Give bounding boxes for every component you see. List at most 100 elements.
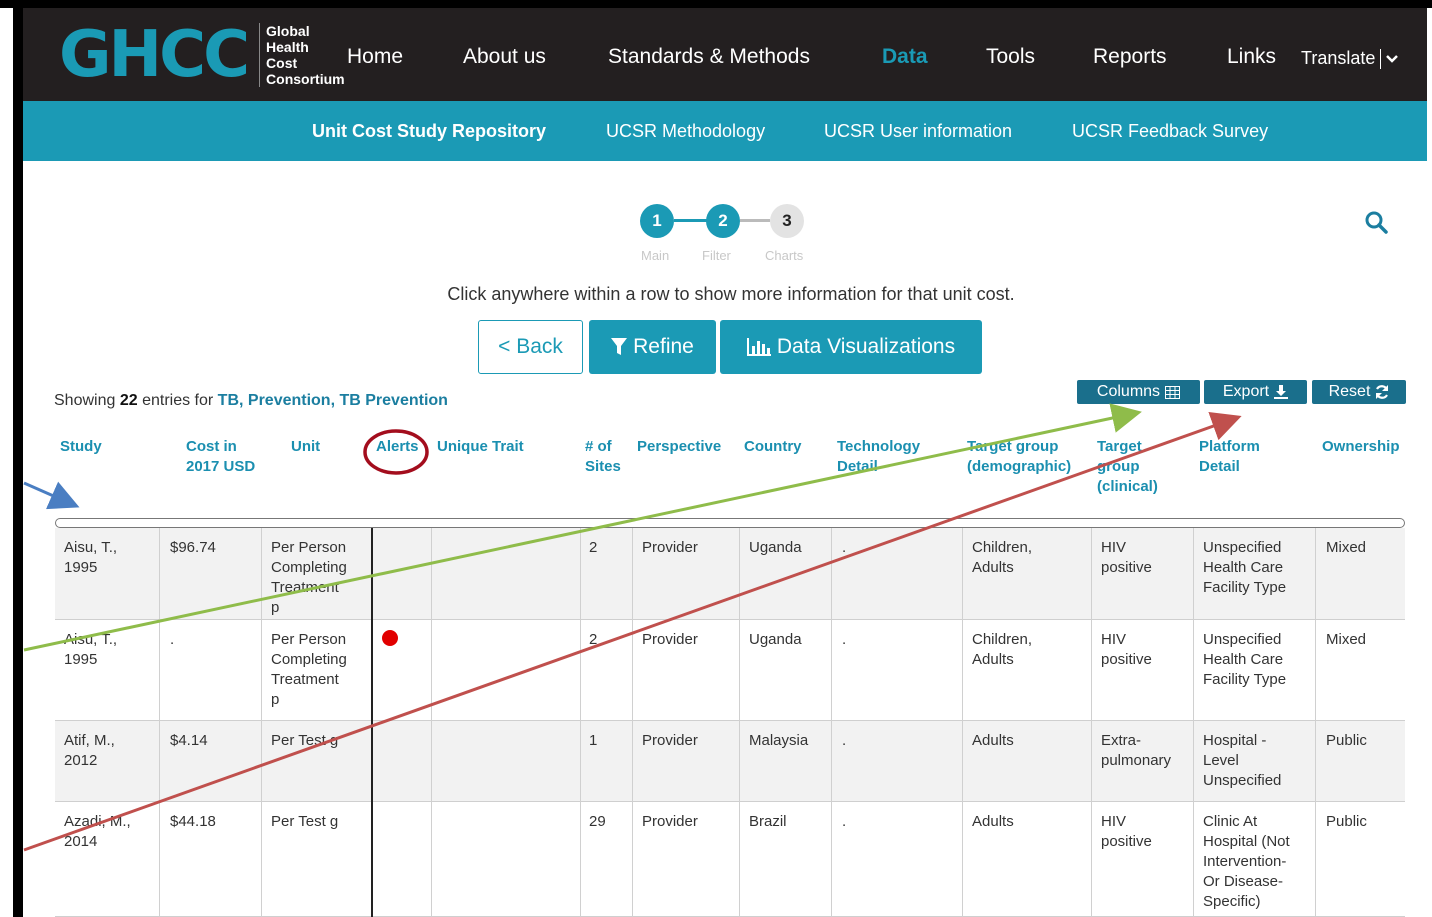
showing-entries-text: Showing 22 entries for TB, Prevention, T… [54, 392, 448, 410]
horizontal-scrollbar[interactable] [55, 518, 1405, 528]
cell-unit: Per Person Completing Treatment p [271, 630, 347, 710]
cell-target-group-demographic: Adults [972, 731, 1014, 751]
nav-reports[interactable]: Reports [1093, 45, 1167, 69]
alert-indicator-icon[interactable] [382, 630, 398, 646]
translate-dropdown[interactable]: Translate [1301, 48, 1399, 70]
showing-middle: entries for [142, 392, 214, 409]
column-divider-frozen [371, 528, 373, 917]
back-button[interactable]: < Back [478, 320, 583, 374]
nav-links[interactable]: Links [1227, 45, 1276, 69]
nav-standards-methods[interactable]: Standards & Methods [608, 45, 810, 69]
column-divider [1091, 528, 1092, 917]
cell-line: HIV [1101, 631, 1127, 648]
cell-sites: 29 [589, 813, 606, 830]
column-header-target-group-clinical[interactable]: Target group (clinical) [1097, 437, 1158, 497]
cell-line: Per Person [271, 631, 347, 648]
cell-perspective: Provider [642, 539, 698, 556]
cell-unit: Per Person Completing Treatment p [271, 538, 347, 618]
header-line: (clinical) [1097, 478, 1158, 495]
cell-country: Brazil [749, 813, 787, 830]
cell-line: positive [1101, 833, 1152, 850]
search-icon[interactable] [1364, 210, 1388, 234]
cell-line: 2012 [64, 752, 98, 769]
cell-line: Adults [972, 813, 1014, 830]
column-divider [159, 528, 160, 917]
column-header-target-group-demographic[interactable]: Target group (demographic) [967, 437, 1071, 477]
stepper-connector [674, 219, 708, 222]
column-header-unique-trait[interactable]: Unique Trait [437, 437, 524, 457]
reset-button[interactable]: Reset [1312, 380, 1406, 404]
nav-about-us[interactable]: About us [463, 45, 546, 69]
cell-line: Atif, M., [64, 732, 115, 749]
cell-line: Per Person [271, 539, 347, 556]
step-1-main[interactable]: 1 [640, 204, 674, 238]
cell-sites: 1 [589, 732, 598, 749]
cell-line: Aisu, T., [64, 631, 118, 648]
cell-line: 1995 [64, 559, 98, 576]
header-line: Detail [1199, 458, 1240, 475]
column-divider [1193, 528, 1194, 917]
export-button[interactable]: Export [1204, 380, 1307, 404]
column-header-ownership[interactable]: Ownership [1322, 437, 1400, 457]
cell-country: Uganda [749, 539, 802, 556]
column-header-unit[interactable]: Unit [291, 437, 320, 457]
stepper-connector [740, 219, 770, 222]
cell-line: Unspecified [1203, 772, 1282, 789]
step-2-filter[interactable]: 2 [706, 204, 740, 238]
cell-cost: $96.74 [170, 539, 216, 556]
column-header-study[interactable]: Study [60, 437, 102, 457]
cell-perspective: Provider [642, 813, 698, 830]
column-divider [431, 528, 432, 917]
column-header-platform-detail[interactable]: Platform Detail [1199, 437, 1260, 477]
logo-mark: GHCC [59, 18, 250, 92]
nav-data[interactable]: Data [882, 45, 928, 69]
subnav-ucsr-feedback-survey[interactable]: UCSR Feedback Survey [1072, 121, 1268, 142]
column-header-perspective[interactable]: Perspective [637, 437, 721, 457]
data-visualizations-button[interactable]: Data Visualizations [720, 320, 982, 374]
columns-button-label: Columns [1096, 383, 1161, 400]
table-grid-icon [1165, 385, 1181, 399]
column-header-technology-detail[interactable]: Technology Detail [837, 437, 920, 477]
column-header-sites[interactable]: # of Sites [585, 437, 621, 477]
cell-line: Hospital - [1203, 732, 1267, 749]
cell-platform-detail: Unspecified Health Care Facility Type [1203, 630, 1286, 690]
logo-line: Consortium [266, 71, 345, 87]
subnav-ucsr-user-information[interactable]: UCSR User information [824, 121, 1012, 142]
cell-line: Extra- [1101, 732, 1142, 749]
cell-country: Uganda [749, 631, 802, 648]
showing-prefix: Showing [54, 392, 116, 409]
cell-technology-detail: . [842, 732, 847, 749]
cell-study: Aisu, T., 1995 [64, 538, 117, 578]
step-label-charts: Charts [765, 248, 804, 263]
nav-home[interactable]: Home [347, 45, 403, 69]
column-divider [1315, 528, 1316, 917]
column-header-cost[interactable]: Cost in 2017 USD [186, 437, 255, 477]
column-divider [261, 528, 262, 917]
ghcc-logo[interactable]: GHCC Global Health Cost Consortium [59, 22, 345, 88]
table-row[interactable]: Aisu, T., 1995 $96.74 Per Person Completing T… [55, 528, 1405, 620]
step-3-charts[interactable]: 3 [770, 204, 804, 238]
cell-line: p [271, 691, 280, 708]
header-line: Technology [837, 438, 921, 455]
cell-target-group-clinical: Extra-pulmonary [1101, 731, 1171, 771]
nav-tools[interactable]: Tools [986, 45, 1035, 69]
column-header-country[interactable]: Country [744, 437, 802, 457]
header-line: Target group [967, 438, 1059, 455]
subnav-ucsr-methodology[interactable]: UCSR Methodology [606, 121, 765, 142]
filter-icon [611, 338, 628, 355]
cell-technology-detail: . [842, 813, 847, 830]
cell-line: Health Care [1203, 559, 1284, 576]
screenshot-frame-top [0, 0, 1432, 8]
bar-chart-icon [746, 338, 771, 356]
cell-line: Per Test g [271, 732, 339, 749]
refine-button[interactable]: Refine [589, 320, 716, 374]
column-header-alerts[interactable]: Alerts [376, 437, 419, 457]
header-line: 2017 USD [186, 458, 256, 475]
table-row[interactable]: Azadi, M., 2014 $44.18 Per Test g 29 Provider… [55, 802, 1405, 917]
header-line: (demographic) [967, 458, 1072, 475]
subnav-unit-cost-study-repository[interactable]: Unit Cost Study Repository [312, 121, 546, 142]
table-row[interactable]: Atif, M., 2012 $4.14 Per Test g 1 Provider Mal… [55, 721, 1405, 802]
columns-button[interactable]: Columns [1077, 380, 1200, 404]
cell-line: Children, [972, 631, 1033, 648]
table-row[interactable]: Aisu, T., 1995. Per Person Completing Treatm… [55, 620, 1405, 721]
